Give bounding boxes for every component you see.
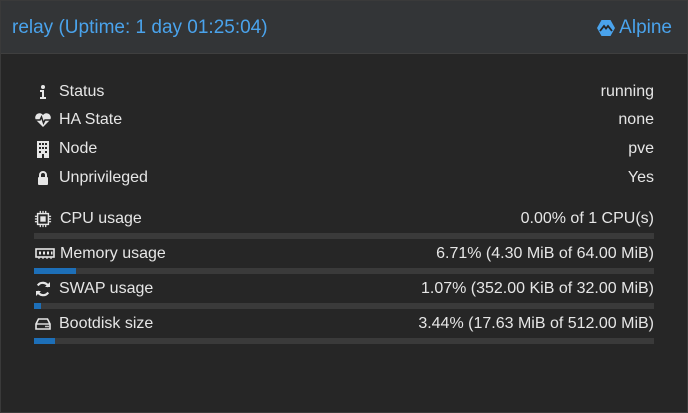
panel-header: relay (Uptime: 1 day 01:25:04) Alpine: [1, 1, 687, 54]
cpu-usage-value: 0.00% of 1 CPU(s): [520, 210, 654, 227]
unprivileged-label: Unprivileged: [59, 169, 148, 186]
swap-usage-value: 1.07% (352.00 KiB of 32.00 MiB): [420, 280, 654, 297]
status-label: Status: [59, 83, 105, 100]
bootdisk-size-bar-fill: [34, 338, 56, 344]
memory-usage-bar: [34, 268, 654, 274]
node-label: Node: [59, 140, 98, 157]
cpu-icon: [34, 210, 52, 228]
lock-icon: [34, 169, 52, 187]
ha-state-row: HA State none: [34, 109, 654, 131]
bootdisk-size-row: Bootdisk size 3.44% (17.63 MiB of 512.00…: [34, 313, 654, 335]
ha-state-label: HA State: [59, 111, 123, 128]
memory-usage-label: Memory usage: [60, 245, 166, 262]
ha-state-value: none: [618, 111, 654, 128]
status-row: Status running: [34, 81, 654, 103]
swap-usage-label: SWAP usage: [59, 280, 154, 297]
memory-usage-row: Memory usage 6.71% (4.30 MiB of 64.00 Mi…: [34, 243, 654, 265]
node-row: Node pve: [34, 138, 654, 160]
node-value: pve: [628, 140, 654, 157]
swap-usage-bar: [34, 303, 654, 309]
cpu-usage-label: CPU usage: [60, 210, 142, 227]
os-type-label: Alpine: [619, 17, 672, 38]
bootdisk-size-bar: [34, 338, 654, 344]
memory-icon: [34, 245, 56, 263]
bootdisk-size-value: 3.44% (17.63 MiB of 512.00 MiB): [418, 315, 654, 332]
cpu-usage-row: CPU usage 0.00% of 1 CPU(s): [34, 208, 654, 230]
unprivileged-row: Unprivileged Yes: [34, 167, 654, 189]
swap-usage-bar-fill: [34, 303, 41, 309]
unprivileged-value: Yes: [627, 169, 654, 186]
alpine-logo-icon: [597, 20, 616, 36]
os-type: Alpine: [597, 17, 672, 39]
heartbeat-icon: [34, 111, 52, 129]
building-icon: [34, 140, 52, 158]
swap-usage-row: SWAP usage 1.07% (352.00 KiB of 32.00 Mi…: [34, 278, 654, 300]
status-value: running: [600, 83, 654, 100]
memory-usage-bar-fill: [34, 268, 76, 274]
memory-usage-value: 6.71% (4.30 MiB of 64.00 MiB): [436, 245, 654, 262]
panel-title: relay (Uptime: 1 day 01:25:04): [12, 17, 268, 38]
hdd-icon: [34, 315, 52, 333]
summary-panel: relay (Uptime: 1 day 01:25:04) Alpine St…: [0, 0, 688, 413]
refresh-icon: [34, 280, 52, 298]
cpu-usage-bar: [34, 233, 654, 239]
info-icon: [34, 83, 52, 101]
bootdisk-size-label: Bootdisk size: [59, 315, 154, 332]
